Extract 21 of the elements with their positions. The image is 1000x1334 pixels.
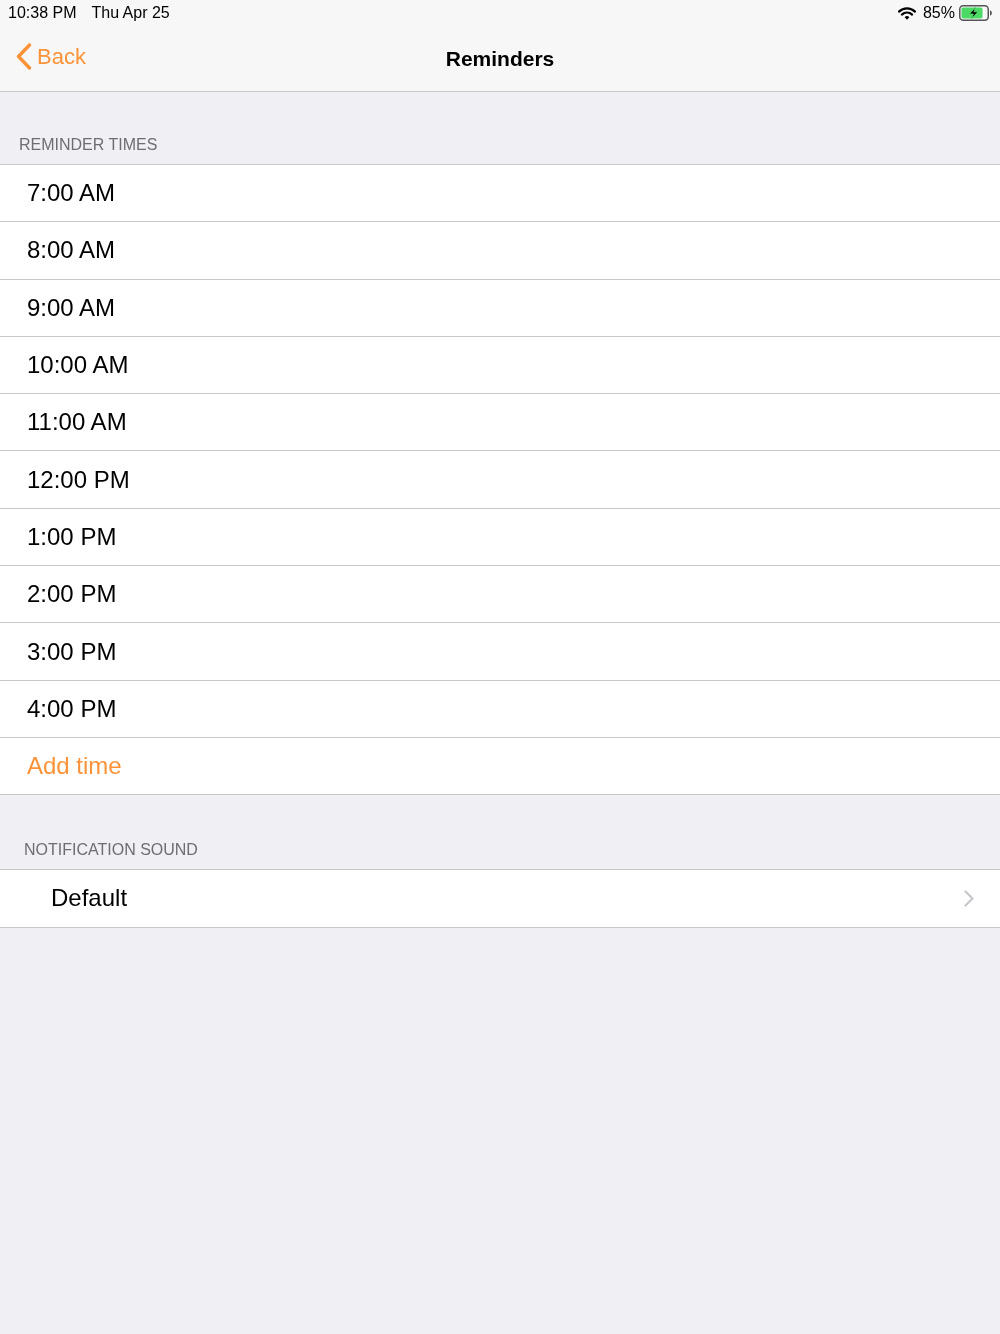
reminder-time-row[interactable]: 8:00 AM — [0, 222, 1000, 280]
battery-percent: 85% — [922, 4, 955, 22]
wifi-icon — [897, 6, 916, 20]
status-date: Thu Apr 25 — [91, 4, 170, 22]
reminder-time-row[interactable]: 9:00 AM — [0, 279, 1000, 337]
nav-title: Reminders — [445, 46, 555, 71]
reminder-time-row[interactable]: 1:00 PM — [0, 508, 1000, 567]
reminder-time-row[interactable]: 3:00 PM — [0, 623, 1000, 681]
battery-icon — [959, 5, 993, 21]
reminder-time-row[interactable]: 11:00 AM — [0, 394, 1000, 452]
section-header: REMINDER TIMES — [19, 135, 158, 155]
reminder-time-row[interactable]: 7:00 AM — [0, 165, 1000, 223]
reminder-time-row[interactable]: 4:00 PM — [0, 680, 1000, 738]
section-header: NOTIFICATION SOUND — [24, 840, 198, 861]
status-time: 10:38 PM — [8, 4, 77, 22]
reminder-time-row[interactable]: 10:00 AM — [0, 336, 1000, 395]
back-chevron-icon — [16, 43, 32, 70]
reminder-time-row[interactable]: 12:00 PM — [0, 451, 1000, 509]
reminder-time-row[interactable]: 2:00 PM — [0, 566, 1000, 624]
sound-option-row[interactable]: Default — [0, 870, 1000, 928]
chevron-right-icon — [964, 889, 974, 907]
